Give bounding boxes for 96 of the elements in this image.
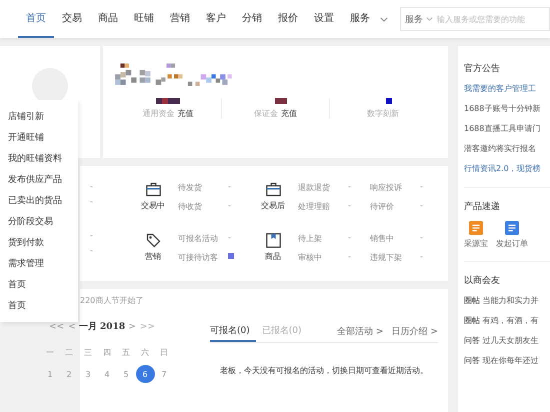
weekday-label: 日 (159, 346, 169, 358)
menu-item[interactable]: 分阶段交易 (0, 211, 78, 232)
briefcase-icon (266, 182, 280, 197)
nav-tab[interactable]: 首页 (18, 0, 54, 38)
stat-label[interactable]: 可接待访客 (178, 252, 228, 262)
menu-item[interactable]: 货到付款 (0, 232, 78, 253)
nav-tab[interactable]: 营销 (162, 0, 198, 38)
stat-value: - (348, 252, 351, 262)
nav-tab[interactable]: 商品 (90, 0, 126, 38)
stat-label[interactable]: 审核中 (298, 252, 348, 262)
stat-value: - (90, 197, 94, 208)
menu-item[interactable]: 发布供应产品 (0, 169, 78, 190)
nav-tab[interactable]: 旺铺 (126, 0, 162, 38)
notice-link[interactable]: 1688直播工具申请门 (464, 123, 550, 134)
section-title: 官方公告 (464, 62, 501, 75)
stat-value: - (420, 182, 423, 193)
stat-value: - (228, 201, 231, 212)
weekday-label: 六 (140, 346, 150, 358)
menu-item[interactable]: 已卖出的货品 (0, 190, 78, 211)
stat-label[interactable]: 待发货 (178, 182, 228, 193)
community-post-link[interactable]: 问答 过几天女朋友生 (464, 335, 550, 346)
stat-label[interactable]: 违规下架 (370, 252, 420, 262)
nav-tab[interactable]: 报价 (270, 0, 306, 38)
section-title: 产品速递 (464, 200, 501, 213)
stat-group-title: 交易中 (141, 200, 165, 211)
search-scope-select[interactable]: 服务 (401, 12, 437, 26)
fund-label: 数字刻新 (366, 108, 399, 119)
stat-value: - (228, 232, 231, 244)
weekday-label: 五 (121, 346, 131, 358)
stat-value: - (420, 232, 423, 244)
bookmark-box-icon (266, 232, 280, 248)
stat-value: - (348, 201, 351, 212)
nav-tab[interactable]: 交易 (54, 0, 90, 38)
stat-group-title: 商品 (265, 250, 281, 262)
stat-label[interactable]: 待评价 (370, 201, 420, 212)
notice-link[interactable]: 我需要的客户管理工 (464, 83, 550, 94)
activity-link[interactable]: 日历介绍 > (392, 324, 438, 338)
search-field[interactable]: 服务 输入服务或您需要的功能 (400, 7, 550, 31)
empty-message: 老板，今天没有可报名的活动，切换日期可查看近期活动。 (219, 365, 429, 376)
notice-link[interactable]: 潜客邀约将实行报名 (464, 143, 550, 154)
pixelated-amount-drawing (386, 98, 392, 104)
community-post-link[interactable]: 问答 现在你每年还过 (464, 355, 550, 366)
menu-item[interactable]: 开通旺铺 (0, 127, 78, 148)
pixelated-amount-drawing (275, 98, 288, 104)
nav-tab[interactable]: 服务 (342, 0, 378, 38)
menu-item[interactable]: 需求管理 (0, 253, 78, 274)
stat-label[interactable]: 处理理赔 (298, 201, 348, 212)
notice-link[interactable]: 行情资讯2.0，现货榜 (464, 163, 550, 174)
stat-value: - (228, 182, 231, 193)
notice-link[interactable]: 1688子账号十分钟新 (464, 103, 550, 114)
briefcase-icon (146, 182, 160, 197)
menu-item[interactable]: 首页 (0, 274, 78, 295)
calendar-day[interactable]: 6 (136, 365, 154, 383)
stat-label[interactable]: 退款退货 (298, 182, 348, 193)
weekday-label: 二 (64, 346, 74, 358)
nav-tab[interactable]: 设置 (306, 0, 342, 38)
stat-value: - (348, 182, 351, 193)
stat-value: - (90, 231, 94, 242)
product-shortcut[interactable]: 采源宝 (464, 221, 488, 249)
chevron-down-icon (426, 17, 433, 21)
menu-item[interactable]: 我的旺铺资料 (0, 148, 78, 169)
stat-value: - (348, 232, 351, 244)
fund-label: 通用资金 (142, 108, 175, 119)
menu-item[interactable]: 首页 (0, 295, 78, 316)
stat-group-title: 营销 (145, 250, 161, 262)
pixelated-amount-drawing (156, 98, 180, 104)
stat-value: - (90, 246, 94, 257)
stat-label[interactable]: 销售中 (370, 232, 420, 244)
activity-tab[interactable]: 可报名(0) (210, 320, 256, 342)
tag-icon (146, 232, 160, 248)
community-post-link[interactable]: 圈帖 当能力和实力并 (464, 295, 550, 306)
nav-tab[interactable]: 分销 (234, 0, 270, 38)
menu-item[interactable]: 店铺引新 (0, 106, 78, 127)
recharge-link[interactable]: 充值 (178, 108, 194, 119)
fund-label: 保证金 (254, 108, 278, 119)
stat-label[interactable]: 待上架 (298, 232, 348, 244)
calendar-month: 一月 2018 (78, 320, 126, 333)
stat-label[interactable]: 可报名活动 (178, 232, 228, 244)
recharge-link[interactable]: 充值 (280, 108, 297, 119)
product-shortcut[interactable]: 发起订单 (496, 221, 528, 249)
weekday-label: 一 (45, 346, 55, 358)
pixelated-value-drawing (228, 252, 234, 258)
weekday-label: 三 (83, 346, 93, 358)
activity-link[interactable]: 全部活动 > (337, 324, 384, 338)
stat-group-title: 交易后 (261, 200, 285, 211)
nav-tab[interactable]: 客户 (198, 0, 234, 38)
stat-label[interactable]: 响应投诉 (370, 182, 420, 193)
activity-banner-text: 220商人节开始了 (80, 295, 144, 306)
stat-value: - (90, 182, 94, 193)
stat-value: - (420, 252, 423, 262)
weekday-label: 四 (102, 346, 112, 358)
stat-value: - (420, 201, 423, 212)
community-post-link[interactable]: 圈帖 有鸡，有酒，有 (464, 315, 550, 326)
stat-label[interactable]: 待收货 (178, 201, 228, 212)
chevron-down-icon[interactable] (380, 16, 388, 22)
section-title: 以商会友 (464, 274, 501, 287)
